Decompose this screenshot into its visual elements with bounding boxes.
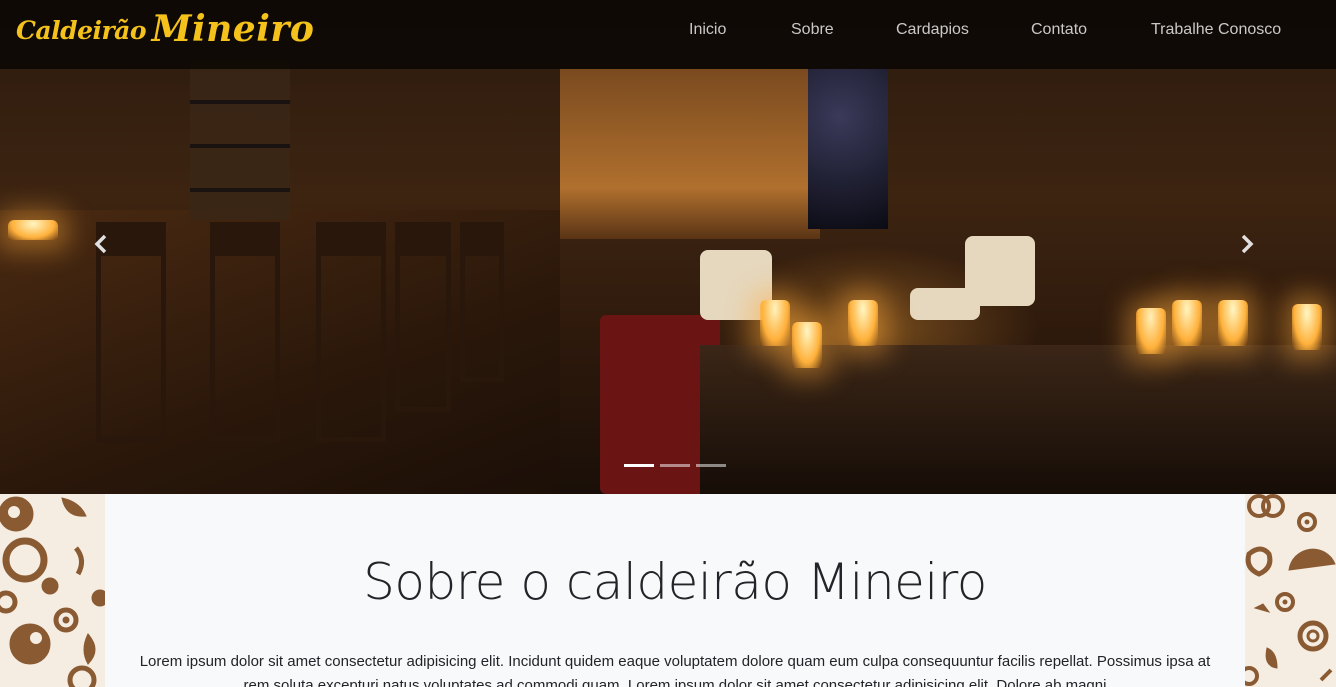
- about-section: Sobre o caldeirão Mineiro Lorem ipsum do…: [105, 494, 1245, 687]
- hero-image-stool: [460, 222, 504, 382]
- hero-image-ottoman: [910, 288, 980, 320]
- navbar: Caldeirão Mineiro Inicio Sobre Cardapios…: [0, 0, 1336, 69]
- nav-link-contato[interactable]: Contato: [1031, 20, 1087, 40]
- hero-image-window: [808, 69, 888, 229]
- hero-image-candle: [1136, 308, 1166, 354]
- carousel-prev-button[interactable]: [86, 226, 116, 262]
- hero-image-candle: [792, 322, 822, 368]
- carousel-indicator-1[interactable]: [624, 464, 654, 467]
- nav-link-sobre[interactable]: Sobre: [791, 20, 834, 40]
- carousel-next-button[interactable]: [1232, 226, 1262, 262]
- hero-image-candle: [1218, 300, 1248, 346]
- nav-link-trabalhe-conosco[interactable]: Trabalhe Conosco: [1151, 20, 1281, 40]
- pattern-left: [0, 494, 105, 687]
- hero-image-stool: [316, 222, 386, 442]
- brand-logo[interactable]: Caldeirão Mineiro: [16, 8, 314, 58]
- chevron-left-icon: [94, 234, 107, 254]
- about-title: Sobre o caldeirão Mineiro: [363, 553, 987, 611]
- hero-image-candle: [760, 300, 790, 346]
- hero-image-candle: [1292, 304, 1322, 350]
- carousel-indicator-2[interactable]: [660, 464, 690, 467]
- food-pattern-icon: [1245, 494, 1336, 686]
- hero-image-candle: [848, 300, 878, 346]
- hero-image-stool: [210, 222, 280, 442]
- pattern-right: [1245, 494, 1336, 687]
- carousel-indicators: [624, 464, 732, 470]
- nav-link-inicio[interactable]: Inicio: [689, 20, 726, 40]
- brand-name-second: Mineiro: [151, 8, 315, 50]
- hero-image-candle: [1172, 300, 1202, 346]
- food-pattern-icon: [0, 496, 105, 687]
- hero-carousel: [0, 0, 1336, 494]
- about-paragraph: Lorem ipsum dolor sit amet consectetur a…: [139, 653, 1211, 687]
- hero-image-back-wall: [560, 69, 820, 239]
- chevron-right-icon: [1241, 234, 1254, 254]
- hero-image-stool: [395, 222, 451, 412]
- hero-image-bar-shelf: [190, 60, 290, 220]
- brand-name-first: Caldeirão: [16, 16, 147, 45]
- nav-link-cardapios[interactable]: Cardapios: [896, 20, 969, 40]
- carousel-indicator-3[interactable]: [696, 464, 726, 467]
- hero-image-candle: [8, 220, 58, 240]
